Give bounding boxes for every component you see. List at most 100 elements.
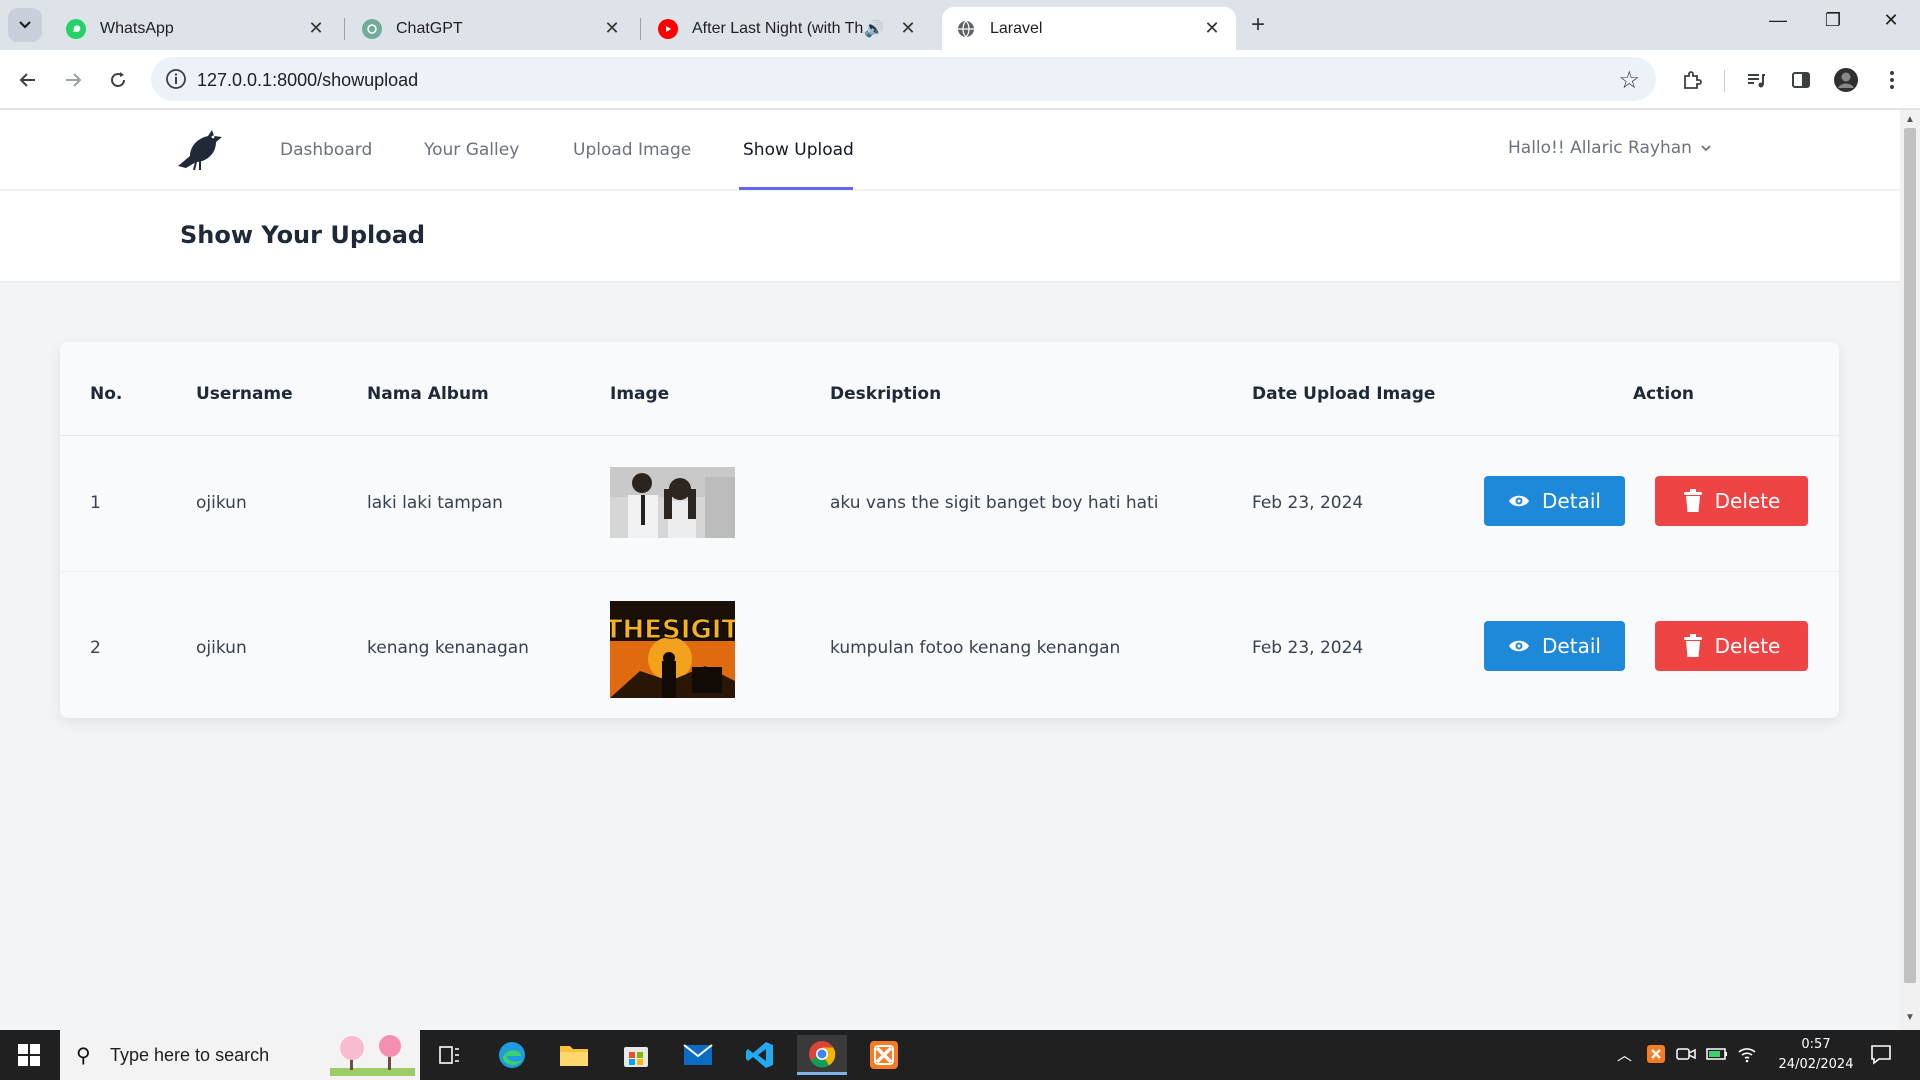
reload-icon bbox=[111, 72, 125, 87]
tab-whatsapp[interactable]: WhatsApp ✕ bbox=[52, 7, 340, 50]
tab-chatgpt[interactable]: ChatGPT ✕ bbox=[348, 7, 636, 50]
xampp-tray-icon[interactable] bbox=[1647, 1045, 1665, 1063]
bookmark-star-icon[interactable]: ☆ bbox=[1618, 66, 1640, 95]
wifi-icon[interactable] bbox=[1737, 1045, 1757, 1063]
notification-icon[interactable] bbox=[1870, 1043, 1892, 1065]
column-header-album: Nama Album bbox=[367, 384, 489, 404]
more-vert-icon bbox=[1890, 71, 1894, 89]
arrow-right-icon bbox=[66, 73, 82, 87]
extensions-button[interactable] bbox=[1677, 65, 1707, 95]
profile-avatar[interactable] bbox=[1831, 65, 1861, 95]
vscode-button[interactable] bbox=[735, 1035, 785, 1075]
cell-no: 2 bbox=[90, 638, 101, 658]
page-header: Show Your Upload bbox=[0, 191, 1900, 281]
youtube-music-icon bbox=[658, 18, 678, 39]
tab-search-button[interactable] bbox=[8, 8, 42, 42]
minimize-button[interactable]: — bbox=[1758, 10, 1798, 38]
windows-logo-icon bbox=[18, 1044, 40, 1066]
meet-now-icon[interactable] bbox=[1676, 1045, 1696, 1063]
chevron-up-icon[interactable]: ︿ bbox=[1617, 1044, 1632, 1065]
chevron-down-icon bbox=[1701, 145, 1711, 152]
tab-separator bbox=[344, 18, 345, 40]
speaker-icon[interactable]: 🔊 bbox=[864, 19, 884, 39]
cell-username: ojikun bbox=[196, 493, 247, 513]
chrome-taskbar-button[interactable] bbox=[797, 1035, 847, 1075]
tab-youtube[interactable]: After Last Night (with Thund 🔊 ✕ bbox=[644, 7, 932, 50]
restore-icon: ❐ bbox=[1824, 10, 1842, 30]
cell-date: Feb 23, 2024 bbox=[1252, 493, 1364, 513]
cell-no: 1 bbox=[90, 493, 101, 513]
chrome-menu-button[interactable] bbox=[1877, 65, 1907, 95]
edge-icon bbox=[499, 1042, 525, 1068]
vscode-icon bbox=[746, 1042, 773, 1068]
restore-button[interactable]: ❐ bbox=[1813, 10, 1853, 38]
close-icon[interactable]: ✕ bbox=[898, 18, 918, 39]
clock-time: 0:57 bbox=[1801, 1037, 1831, 1052]
scroll-down-icon[interactable]: ▼ bbox=[1905, 1012, 1915, 1023]
upload-thumbnail[interactable] bbox=[610, 467, 735, 538]
music-queue-icon bbox=[1748, 74, 1765, 88]
close-icon[interactable]: ✕ bbox=[602, 18, 622, 39]
scrollbar-thumb[interactable] bbox=[1904, 128, 1916, 983]
page-scrollbar[interactable]: ▲ ▼ bbox=[1900, 110, 1920, 1030]
browser-toolbar: 127.0.0.1:8000/showupload ☆ bbox=[0, 50, 1920, 109]
battery-icon[interactable] bbox=[1706, 1046, 1728, 1062]
file-explorer-button[interactable] bbox=[549, 1035, 599, 1075]
edge-taskbar-button[interactable] bbox=[487, 1035, 537, 1075]
browser-tab-strip: WhatsApp ✕ ChatGPT ✕ After Last Night (w… bbox=[0, 0, 1920, 50]
close-icon[interactable]: ✕ bbox=[306, 18, 326, 39]
user-dropdown[interactable]: Hallo!! Allaric Rayhan bbox=[1508, 138, 1712, 158]
forward-button[interactable] bbox=[58, 65, 88, 95]
nav-show-upload[interactable]: Show Upload bbox=[743, 140, 854, 160]
minimize-icon: — bbox=[1769, 10, 1787, 30]
bird-logo-icon[interactable] bbox=[176, 128, 226, 172]
address-bar[interactable]: 127.0.0.1:8000/showupload ☆ bbox=[151, 57, 1656, 101]
media-control-button[interactable] bbox=[1741, 65, 1771, 95]
back-button[interactable] bbox=[13, 65, 43, 95]
start-button[interactable] bbox=[0, 1030, 58, 1080]
close-icon: ✕ bbox=[1883, 10, 1899, 30]
tab-separator bbox=[640, 18, 641, 40]
nav-your-galley[interactable]: Your Galley bbox=[424, 140, 519, 160]
avatar-icon bbox=[1834, 68, 1858, 92]
task-view-button[interactable] bbox=[425, 1035, 475, 1075]
detail-button[interactable]: Detail bbox=[1484, 621, 1625, 671]
windows-taskbar: ⚲ Type here to search ︿ 0:57 24/02/2024 bbox=[0, 1030, 1920, 1080]
close-window-button[interactable]: ✕ bbox=[1871, 10, 1911, 38]
new-tab-button[interactable]: + bbox=[1244, 12, 1272, 40]
top-navbar: Dashboard Your Galley Upload Image Show … bbox=[0, 110, 1900, 190]
mail-button[interactable] bbox=[673, 1035, 723, 1075]
column-header-no: No. bbox=[90, 384, 123, 404]
user-greeting: Hallo!! Allaric Rayhan bbox=[1508, 138, 1692, 158]
puzzle-icon bbox=[1684, 71, 1702, 89]
cell-description: aku vans the sigit banget boy hati hati bbox=[830, 493, 1159, 513]
taskbar-search[interactable]: ⚲ Type here to search bbox=[60, 1030, 420, 1080]
column-header-action: Action bbox=[1633, 384, 1694, 404]
nav-dashboard[interactable]: Dashboard bbox=[280, 140, 372, 160]
nav-active-indicator bbox=[739, 187, 853, 190]
cell-description: kumpulan fotoo kenang kenangan bbox=[830, 638, 1121, 658]
delete-button[interactable]: Delete bbox=[1655, 476, 1808, 526]
nav-upload-image[interactable]: Upload Image bbox=[573, 140, 691, 160]
detail-label: Detail bbox=[1542, 489, 1601, 513]
tab-laravel[interactable]: Laravel ✕ bbox=[942, 7, 1236, 50]
delete-label: Delete bbox=[1714, 634, 1781, 658]
table-row: 1 ojikun laki laki tampan aku vans the s bbox=[60, 436, 1839, 571]
delete-label: Delete bbox=[1714, 489, 1781, 513]
whatsapp-icon bbox=[66, 18, 86, 39]
store-icon bbox=[624, 1047, 648, 1067]
reload-button[interactable] bbox=[103, 65, 133, 95]
tab-title: Laravel bbox=[990, 19, 1043, 37]
delete-button[interactable]: Delete bbox=[1655, 621, 1808, 671]
side-panel-button[interactable] bbox=[1786, 65, 1816, 95]
xampp-button[interactable] bbox=[859, 1035, 909, 1075]
detail-button[interactable]: Detail bbox=[1484, 476, 1625, 526]
close-icon[interactable]: ✕ bbox=[1202, 18, 1222, 39]
detail-label: Detail bbox=[1542, 634, 1601, 658]
site-info-icon[interactable] bbox=[165, 68, 187, 90]
scroll-up-icon[interactable]: ▲ bbox=[1905, 114, 1915, 125]
tab-title: After Last Night (with Thund bbox=[692, 19, 864, 37]
upload-thumbnail[interactable]: THESIGIT bbox=[610, 601, 735, 698]
taskbar-clock[interactable]: 0:57 24/02/2024 bbox=[1756, 1035, 1876, 1075]
microsoft-store-button[interactable] bbox=[611, 1035, 661, 1075]
